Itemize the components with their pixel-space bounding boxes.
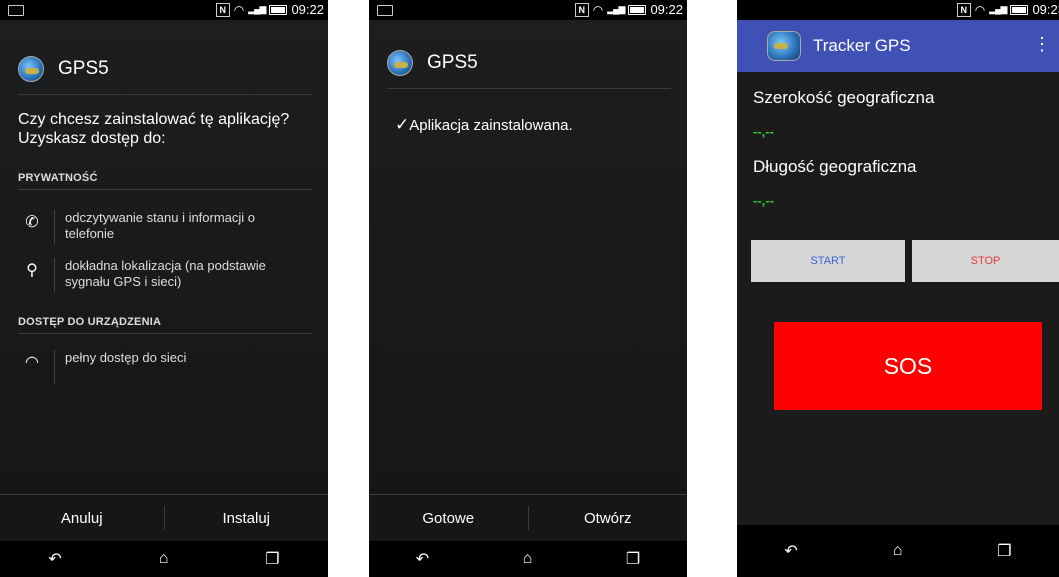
home-icon[interactable]: ⌂ [893, 542, 903, 560]
install-screen: N ◠ ▂▄▆ 09:22 GPS5 Czy chcesz zainstalow… [0, 0, 328, 577]
app-icon [387, 50, 413, 76]
longitude-label: Długość geograficzna [753, 157, 917, 176]
back-icon[interactable]: ↶ [784, 541, 797, 561]
wifi-icon: ◠ [592, 2, 604, 17]
status-bar: N ◠ ▂▄▆ 09:23 [737, 0, 1059, 20]
divider [18, 94, 312, 95]
tracker-screen: N ◠ ▂▄▆ 09:23 Tracker GPS ⋮ Szerokość ge… [737, 0, 1059, 577]
check-icon: ✓ [395, 115, 410, 134]
wifi-icon: ◠ [974, 2, 986, 17]
divider [18, 333, 312, 334]
notification-icon [8, 5, 24, 16]
installed-text: Aplikacja zainstalowana. [409, 117, 573, 134]
done-button[interactable]: Gotowe [369, 510, 528, 527]
back-icon[interactable]: ↶ [416, 549, 429, 569]
permission-network: ◠ pełny dostęp do sieci [20, 350, 186, 384]
recents-icon[interactable]: ❐ [626, 549, 640, 569]
divider [18, 189, 312, 190]
clock: 09:22 [650, 2, 683, 17]
clock: 09:22 [291, 2, 324, 17]
installed-message: ✓Aplikacja zainstalowana. [395, 115, 573, 135]
nfc-icon: N [574, 2, 589, 17]
signal-icon: ▂▄▆ [248, 4, 266, 14]
nav-bar: ↶ ⌂ ❐ [0, 541, 328, 577]
home-icon[interactable]: ⌂ [523, 550, 533, 568]
sos-button[interactable]: SOS [774, 322, 1042, 410]
install-button-bar: Anuluj Instaluj [0, 494, 328, 541]
signal-icon: ▂▄▆ [989, 4, 1007, 14]
status-bar: N ◠ ▂▄▆ 09:22 [369, 0, 687, 20]
longitude-value: --,-- [753, 193, 774, 208]
wifi-icon: ◠ [233, 2, 245, 17]
start-button[interactable]: START [751, 240, 905, 282]
nfc-icon: N [956, 2, 971, 17]
install-question: Czy chcesz zainstalować tę aplikację? Uz… [18, 111, 290, 147]
permission-phone: ✆ odczytywanie stanu i informacji o tele… [20, 210, 275, 244]
app-header: GPS5 [387, 50, 478, 76]
app-icon [767, 31, 801, 61]
notification-icon [377, 5, 393, 16]
permission-location-text: dokładna lokalizacja (na podstawie sygna… [65, 258, 266, 289]
divider [387, 88, 671, 89]
status-bar: N ◠ ▂▄▆ 09:22 [0, 0, 328, 20]
section-privacy: PRYWATNOŚĆ [18, 172, 98, 184]
nav-bar: ↶ ⌂ ❐ [369, 541, 687, 577]
app-header: GPS5 [18, 56, 109, 82]
wifi-icon: ◠ [25, 354, 39, 371]
battery-icon [269, 4, 288, 15]
install-button[interactable]: Instaluj [165, 510, 329, 527]
app-title: Tracker GPS [813, 36, 911, 55]
signal-icon: ▂▄▆ [607, 4, 625, 14]
phone-icon: ✆ [25, 214, 39, 231]
app-name: GPS5 [58, 58, 109, 79]
section-device-access: DOSTĘP DO URZĄDZENIA [18, 316, 162, 328]
latitude-label: Szerokość geograficzna [753, 88, 935, 107]
action-bar: Tracker GPS ⋮ [737, 20, 1059, 72]
battery-icon [1010, 4, 1029, 15]
app-name: GPS5 [427, 52, 478, 73]
nfc-icon: N [215, 2, 230, 17]
cancel-button[interactable]: Anuluj [0, 510, 164, 527]
home-icon[interactable]: ⌂ [159, 550, 169, 568]
nav-bar: ↶ ⌂ ❐ [737, 525, 1059, 577]
latitude-value: --,-- [753, 124, 774, 139]
clock: 09:23 [1032, 2, 1059, 17]
recents-icon[interactable]: ❐ [997, 541, 1011, 561]
permission-network-text: pełny dostęp do sieci [65, 350, 187, 365]
recents-icon[interactable]: ❐ [265, 549, 279, 569]
installed-screen: N ◠ ▂▄▆ 09:22 GPS5 ✓Aplikacja zainstalow… [369, 0, 687, 577]
permission-phone-text: odczytywanie stanu i informacji o telefo… [65, 210, 256, 241]
back-icon[interactable]: ↶ [48, 549, 61, 569]
overflow-menu-icon[interactable]: ⋮ [1033, 34, 1051, 55]
app-icon [18, 56, 44, 82]
permission-location: ⚲ dokładna lokalizacja (na podstawie syg… [20, 258, 275, 292]
installed-button-bar: Gotowe Otwórz [369, 494, 687, 541]
open-button[interactable]: Otwórz [529, 510, 688, 527]
stop-button[interactable]: STOP [912, 240, 1059, 282]
battery-icon [628, 4, 647, 15]
location-pin-icon: ⚲ [26, 262, 38, 279]
